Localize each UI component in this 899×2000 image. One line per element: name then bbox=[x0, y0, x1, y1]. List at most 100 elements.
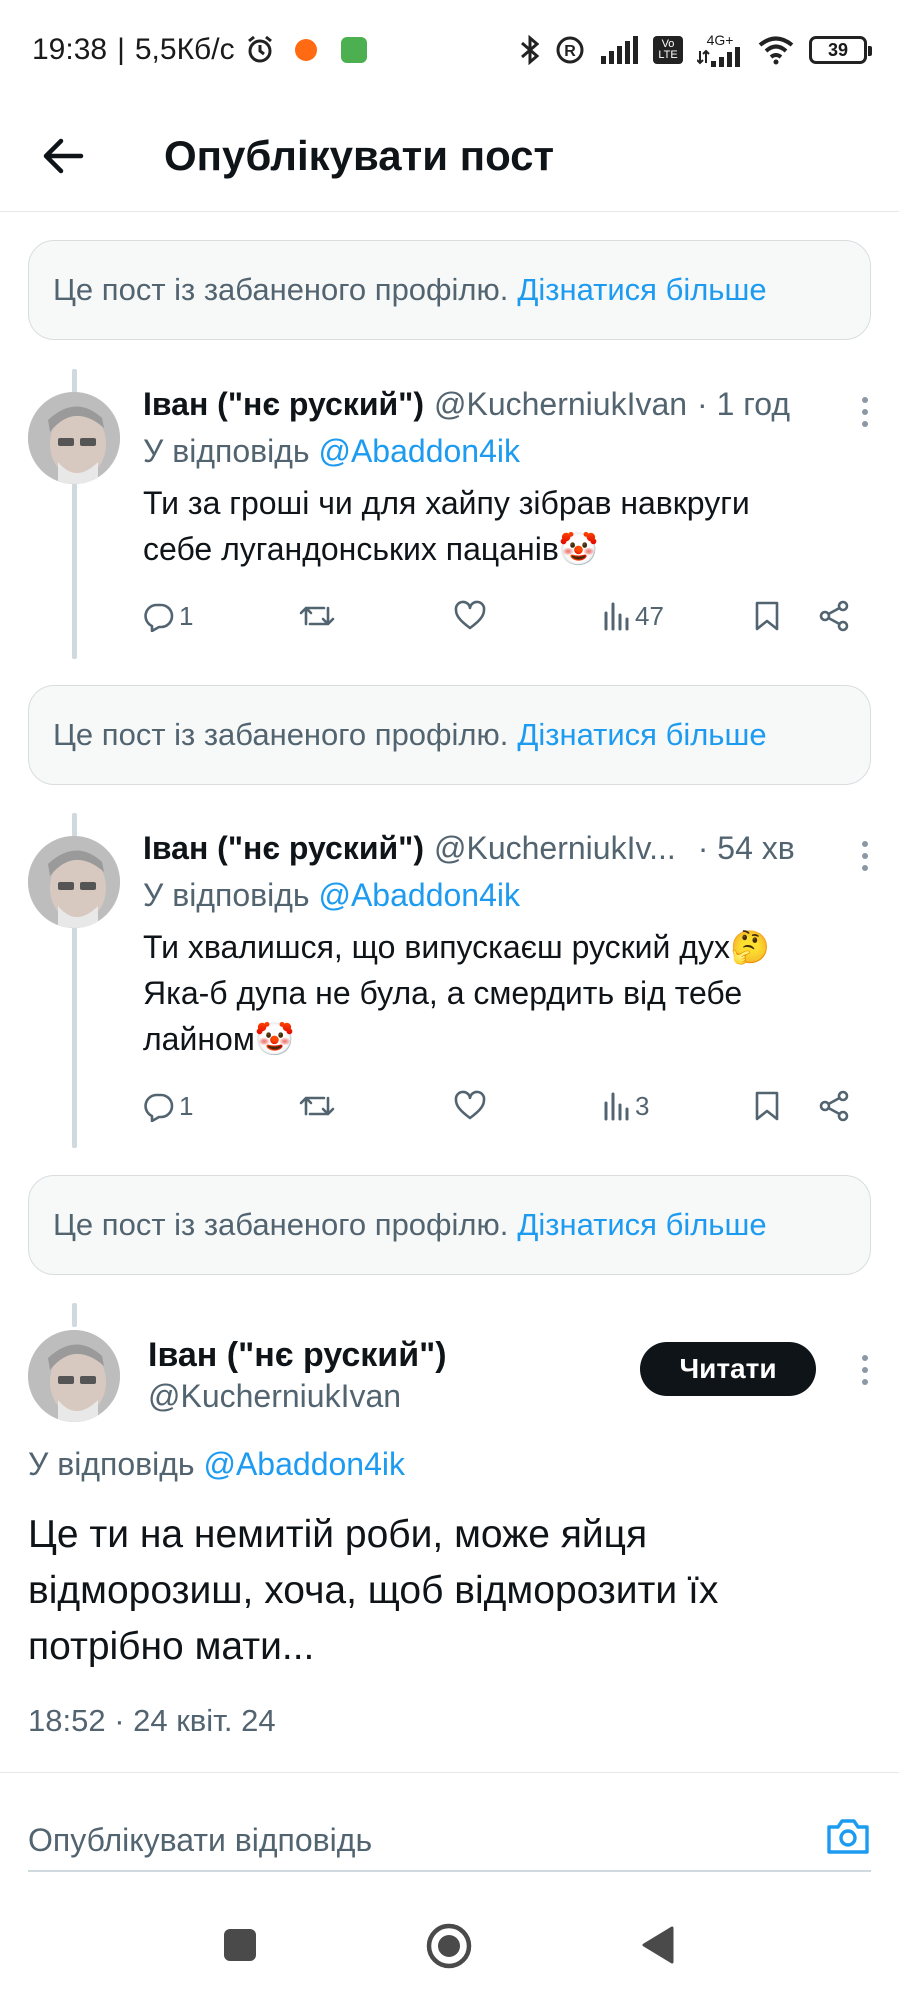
more-button[interactable] bbox=[861, 841, 869, 871]
reply-composer[interactable]: Опублікувати відповідь bbox=[28, 1810, 871, 1872]
more-icon bbox=[862, 397, 868, 403]
more-icon bbox=[862, 1355, 868, 1361]
reply-count: 1 bbox=[179, 1090, 194, 1121]
bookmark-icon bbox=[755, 601, 779, 631]
divider bbox=[0, 1772, 899, 1773]
views-icon bbox=[604, 1092, 629, 1121]
nav-back-button[interactable] bbox=[640, 1925, 676, 1970]
post-meta: Іван ("нє руский") @KucherniukIvan · 1 г… bbox=[143, 386, 871, 423]
banned-profile-notice: Це пост із забаненого профілю. Дізнатися… bbox=[28, 240, 871, 340]
views-icon bbox=[604, 602, 629, 631]
repost-button[interactable] bbox=[298, 600, 453, 632]
author-name[interactable]: Іван ("нє руский") bbox=[143, 386, 424, 423]
like-icon bbox=[454, 600, 486, 630]
notice-text: Це пост із забаненого профілю. bbox=[53, 272, 509, 307]
alarm-icon bbox=[247, 35, 272, 63]
views-button[interactable]: 47 bbox=[603, 601, 753, 632]
avatar[interactable] bbox=[28, 1330, 120, 1422]
page-title: Опублікувати пост bbox=[164, 131, 555, 179]
like-button[interactable] bbox=[453, 1090, 603, 1122]
reply-to: У відповідь @Abaddon4ik bbox=[28, 1446, 405, 1483]
notice-text: Це пост із забаненого профілю. bbox=[53, 1207, 509, 1242]
views-button[interactable]: 3 bbox=[603, 1091, 753, 1122]
network-indicator: 4G+ bbox=[697, 33, 743, 67]
post-text: Ти хвалишся, що випускаєш руский дух🤔 Як… bbox=[143, 929, 770, 1057]
author-name[interactable]: Іван ("нє руский") bbox=[143, 830, 424, 867]
nav-recents-button[interactable] bbox=[222, 1927, 258, 1968]
app-notification-icon bbox=[294, 39, 317, 61]
more-button[interactable] bbox=[861, 1355, 869, 1385]
post-body[interactable]: Іван ("нє руский") @KucherniukIvan · 1 г… bbox=[143, 386, 871, 572]
nav-home-button[interactable] bbox=[425, 1922, 473, 1975]
battery-icon: 39 bbox=[809, 36, 872, 64]
bookmark-button[interactable] bbox=[753, 600, 818, 632]
retweet-icon bbox=[299, 1096, 335, 1116]
reply-prefix: У відповідь bbox=[28, 1446, 195, 1482]
android-notification-icon bbox=[340, 37, 367, 63]
repost-button[interactable] bbox=[298, 1090, 453, 1122]
camera-button[interactable] bbox=[825, 1816, 871, 1864]
status-speed: 5,5Кб/с bbox=[134, 33, 235, 66]
like-icon bbox=[454, 1090, 486, 1120]
reply-to: У відповідь @Abaddon4ik bbox=[143, 433, 871, 470]
top-header: Опублікувати пост bbox=[0, 100, 899, 212]
reply-icon bbox=[144, 1093, 174, 1122]
reply-button[interactable]: 1 bbox=[143, 600, 298, 632]
registered-icon: R bbox=[556, 36, 584, 64]
post-actions: 1 47 bbox=[143, 591, 855, 641]
status-bar: 19:38 | 5,5Кб/с R Vo LTE 4G+ 39 bbox=[0, 0, 899, 100]
share-icon bbox=[819, 600, 849, 632]
reply-prefix: У відповідь bbox=[143, 877, 310, 913]
learn-more-link[interactable]: Дізнатися більше bbox=[517, 1207, 766, 1243]
post-time: · 1 год bbox=[697, 386, 791, 422]
more-icon bbox=[862, 841, 868, 847]
avatar[interactable] bbox=[28, 392, 120, 484]
avatar-photo bbox=[28, 1330, 120, 1422]
post-actions: 1 3 bbox=[143, 1081, 855, 1131]
follow-button[interactable]: Читати bbox=[640, 1342, 816, 1396]
author-name[interactable]: Іван ("нє руский") bbox=[148, 1336, 447, 1375]
status-separator: | bbox=[117, 33, 125, 66]
svg-text:R: R bbox=[564, 43, 576, 60]
views-count: 3 bbox=[635, 1090, 650, 1121]
camera-icon bbox=[827, 1819, 869, 1854]
reply-input[interactable]: Опублікувати відповідь bbox=[28, 1822, 372, 1859]
notice-text: Це пост із забаненого профілю. bbox=[53, 717, 509, 752]
post-time: · 54 хв bbox=[697, 830, 795, 866]
reply-mention[interactable]: @Abaddon4ik bbox=[203, 1446, 405, 1482]
author-handle[interactable]: @KucherniukIvan bbox=[434, 386, 687, 423]
banned-profile-notice: Це пост із забаненого профілю. Дізнатися… bbox=[28, 1175, 871, 1275]
reply-button[interactable]: 1 bbox=[143, 1090, 298, 1122]
post-text: Ти за гроші чи для хайпу зібрав навкруги… bbox=[143, 485, 750, 567]
share-button[interactable] bbox=[818, 1090, 850, 1122]
post-body[interactable]: Іван ("нє руский") @KucherniukIv... · 54… bbox=[143, 830, 871, 1062]
avatar[interactable] bbox=[28, 836, 120, 928]
learn-more-link[interactable]: Дізнатися більше bbox=[517, 717, 766, 753]
more-button[interactable] bbox=[861, 397, 869, 427]
wifi-icon bbox=[758, 36, 794, 65]
volte-icon: Vo LTE bbox=[653, 36, 683, 64]
avatar-photo bbox=[28, 836, 120, 928]
back-button[interactable] bbox=[28, 121, 98, 191]
post-timestamp: 18:52 · 24 квіт. 24 bbox=[28, 1703, 276, 1738]
bluetooth-icon bbox=[521, 35, 540, 65]
avatar-photo bbox=[28, 392, 120, 484]
share-icon bbox=[819, 1090, 849, 1122]
views-count: 47 bbox=[635, 600, 664, 631]
like-button[interactable] bbox=[453, 600, 603, 632]
reply-mention[interactable]: @Abaddon4ik bbox=[318, 433, 520, 469]
reply-to: У відповідь @Abaddon4ik bbox=[143, 877, 871, 914]
learn-more-link[interactable]: Дізнатися більше bbox=[517, 272, 766, 308]
nav-recents-icon bbox=[224, 1929, 256, 1961]
main-post-text: Це ти на немитій роби, може яйця відморо… bbox=[28, 1513, 719, 1668]
author-handle[interactable]: @KucherniukIvan bbox=[148, 1378, 401, 1415]
nav-back-icon bbox=[642, 1926, 674, 1964]
banned-profile-notice: Це пост із забаненого профілю. Дізнатися… bbox=[28, 685, 871, 785]
bookmark-icon bbox=[755, 1091, 779, 1121]
bookmark-button[interactable] bbox=[753, 1090, 818, 1122]
author-handle[interactable]: @KucherniukIv... bbox=[434, 830, 676, 867]
share-button[interactable] bbox=[818, 600, 850, 632]
network-type: 4G+ bbox=[706, 32, 734, 48]
nav-home-icon bbox=[426, 1923, 472, 1969]
reply-mention[interactable]: @Abaddon4ik bbox=[318, 877, 520, 913]
